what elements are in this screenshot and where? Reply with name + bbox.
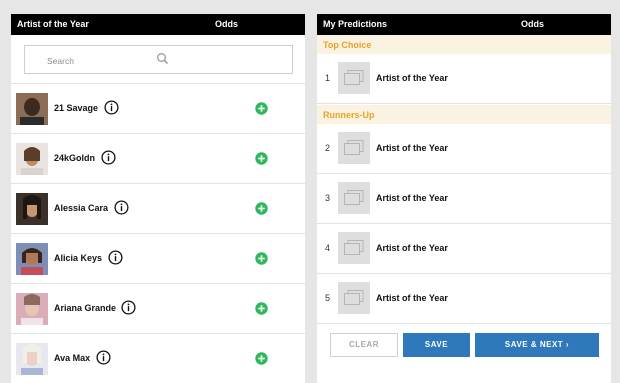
placeholder-image-icon: [338, 182, 370, 214]
search-icon: [157, 53, 169, 65]
artist-name: 21 Savage: [54, 103, 99, 113]
info-icon[interactable]: [104, 100, 119, 115]
predictions-title: My Predictions: [323, 19, 388, 29]
placeholder-image-icon: [338, 132, 370, 164]
artist-row: 24kGoldn: [11, 133, 305, 183]
artist-row: Alessia Cara: [11, 183, 305, 233]
save-and-next-button[interactable]: SAVE & NEXT ›: [475, 333, 599, 357]
prediction-rank: 3: [325, 193, 331, 203]
info-icon[interactable]: [108, 250, 123, 265]
prediction-slot[interactable]: 3 Artist of the Year: [317, 174, 611, 224]
placeholder-image-icon: [338, 62, 370, 94]
add-icon[interactable]: [255, 252, 268, 265]
artist-name: Alicia Keys: [54, 253, 103, 263]
prediction-slot[interactable]: 4 Artist of the Year: [317, 224, 611, 274]
avatar: [16, 243, 48, 275]
prediction-slot[interactable]: 5 Artist of the Year: [317, 274, 611, 324]
artist-name: Ariana Grande: [54, 303, 117, 313]
info-icon[interactable]: [121, 300, 136, 315]
search-placeholder: Search: [47, 56, 74, 66]
info-icon[interactable]: [114, 200, 129, 215]
prediction-rank: 4: [325, 243, 331, 253]
predictions-header: My Predictions Odds: [317, 14, 611, 35]
avatar: [16, 93, 48, 125]
runners-up-label: Runners-Up: [317, 105, 611, 124]
artist-name: Alessia Cara: [54, 203, 109, 213]
prediction-rank: 2: [325, 143, 331, 153]
add-icon[interactable]: [255, 352, 268, 365]
avatar: [16, 143, 48, 175]
prediction-label: Artist of the Year: [376, 143, 448, 153]
clear-button[interactable]: CLEAR: [330, 333, 398, 357]
prediction-label: Artist of the Year: [376, 293, 448, 303]
add-icon[interactable]: [255, 152, 268, 165]
predictions-panel: My Predictions Odds Top Choice 1 Artist …: [317, 14, 611, 383]
artist-name: Ava Max: [54, 353, 91, 363]
prediction-rank: 5: [325, 293, 331, 303]
prediction-rank: 1: [325, 73, 331, 83]
avatar: [16, 343, 48, 375]
search-input[interactable]: Search: [24, 45, 293, 74]
artist-row: 21 Savage: [11, 83, 305, 133]
info-icon[interactable]: [101, 150, 116, 165]
top-choice-label: Top Choice: [317, 35, 611, 54]
prediction-slot[interactable]: 2 Artist of the Year: [317, 124, 611, 174]
prediction-label: Artist of the Year: [376, 243, 448, 253]
predictions-odds-label: Odds: [521, 19, 545, 29]
prediction-slot[interactable]: 1 Artist of the Year: [317, 54, 611, 104]
placeholder-image-icon: [338, 282, 370, 314]
artist-row: Ava Max: [11, 333, 305, 383]
artist-row: Alicia Keys: [11, 233, 305, 283]
add-icon[interactable]: [255, 102, 268, 115]
artist-list-header: Artist of the Year Odds: [11, 14, 305, 35]
prediction-label: Artist of the Year: [376, 193, 448, 203]
add-icon[interactable]: [255, 202, 268, 215]
placeholder-image-icon: [338, 232, 370, 264]
avatar: [16, 193, 48, 225]
artist-name: 24kGoldn: [54, 153, 96, 163]
add-icon[interactable]: [255, 302, 268, 315]
info-icon[interactable]: [96, 350, 111, 365]
avatar: [16, 293, 48, 325]
artist-list-odds-label: Odds: [215, 19, 239, 29]
save-button[interactable]: SAVE: [403, 333, 470, 357]
artist-list-title: Artist of the Year: [17, 19, 89, 29]
prediction-label: Artist of the Year: [376, 73, 448, 83]
artist-list-panel: Artist of the Year Odds Search 21 Savage: [11, 14, 305, 383]
artist-row: Ariana Grande: [11, 283, 305, 333]
